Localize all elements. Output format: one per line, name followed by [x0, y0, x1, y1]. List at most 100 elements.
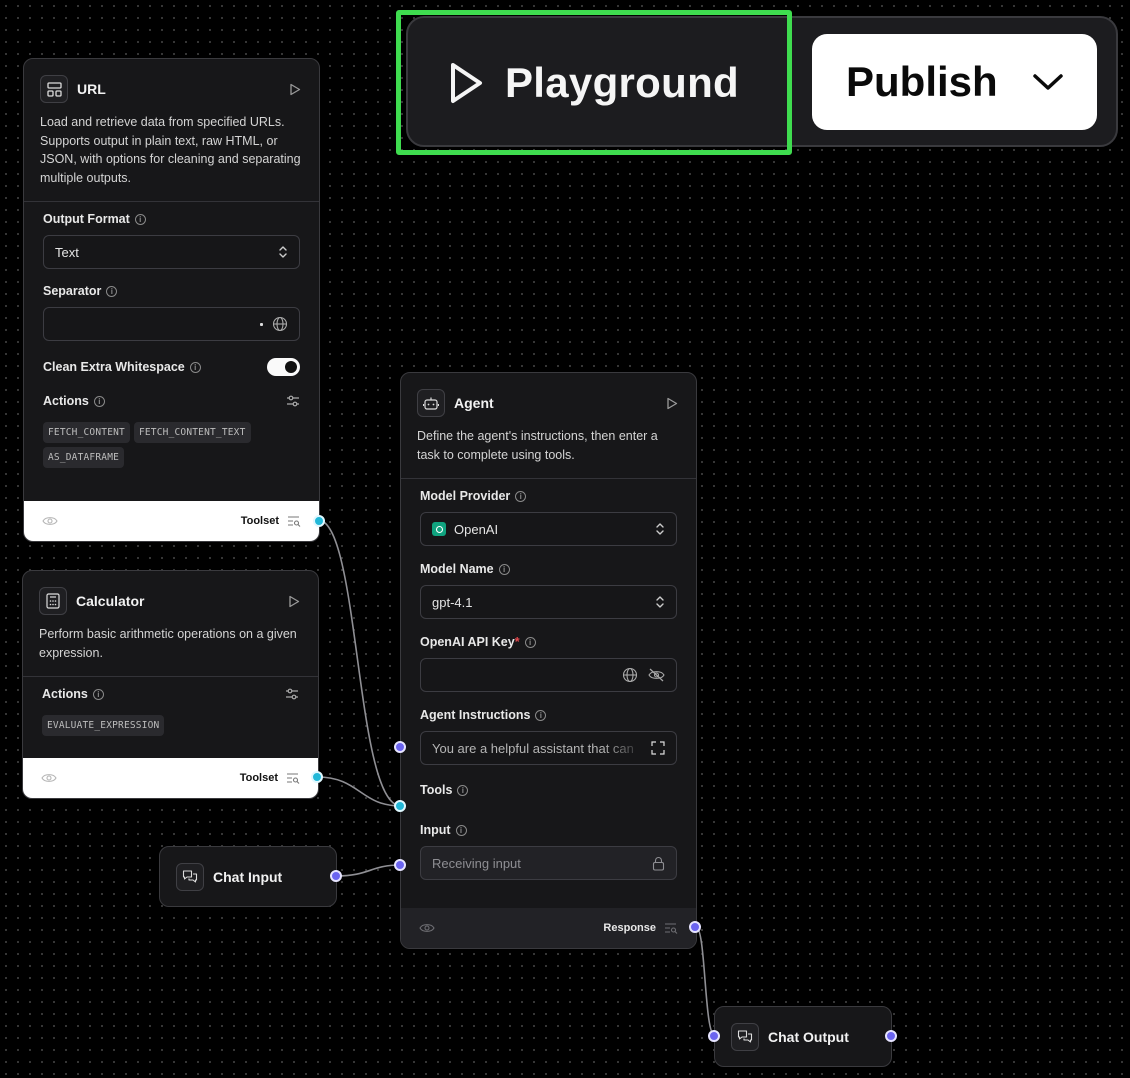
info-icon: i [535, 709, 547, 721]
clean-whitespace-toggle[interactable] [267, 358, 300, 376]
playground-label: Playground [504, 58, 740, 106]
edge-url-toolset-to-agent-tools[interactable] [317, 519, 402, 807]
info-icon: i [189, 361, 201, 373]
eye-icon[interactable] [42, 515, 58, 527]
actions-label: Actions i [43, 394, 286, 408]
expand-icon[interactable] [651, 741, 665, 755]
url-toolset-output-handle[interactable] [313, 515, 325, 527]
layout-icon [40, 75, 68, 103]
playground-button[interactable]: Playground [396, 10, 792, 155]
edge-agent-response-to-chat-output[interactable] [695, 926, 716, 1037]
agent-instructions-label: Agent Instructions i [420, 708, 677, 722]
agent-input-field[interactable]: Receiving input [420, 846, 677, 880]
edge-calculator-toolset-to-agent-tools[interactable] [316, 776, 402, 807]
actions-label: Actions i [42, 687, 285, 701]
eye-off-icon[interactable] [648, 668, 665, 682]
agent-node-title: Agent [454, 395, 494, 411]
inspect-output-icon[interactable] [286, 772, 300, 784]
agent-node-footer: Response [401, 908, 696, 948]
settings-sliders-icon[interactable] [286, 394, 300, 408]
model-provider-label: Model Provider i [420, 489, 677, 503]
agent-node[interactable]: Agent Define the agent's instructions, t… [394, 372, 701, 949]
eye-icon[interactable] [41, 772, 57, 784]
action-badge: FETCH_CONTENT [43, 422, 130, 443]
calculator-node-footer: Toolset [23, 758, 318, 798]
output-format-value: Text [55, 244, 79, 260]
model-name-select[interactable]: gpt-4.1 [420, 585, 677, 619]
run-component-icon[interactable] [286, 593, 302, 609]
url-node-description: Load and retrieve data from specified UR… [40, 115, 301, 185]
chat-bubbles-icon [176, 862, 204, 891]
output-format-select[interactable]: Text [43, 235, 300, 269]
agent-input-placeholder: Receiving input [432, 855, 521, 871]
input-label: Input i [420, 823, 677, 837]
info-icon: i [515, 490, 527, 502]
model-name-label-text: Model Name [420, 562, 494, 576]
chat-output-output-handle[interactable] [885, 1030, 897, 1042]
model-provider-select[interactable]: OpenAI [420, 512, 677, 546]
chat-bubbles-icon [731, 1022, 759, 1051]
chevron-down-icon [1033, 74, 1063, 90]
info-icon: i [455, 824, 467, 836]
agent-input-handle[interactable] [394, 859, 406, 871]
inspect-output-icon[interactable] [664, 922, 678, 934]
url-node-title: URL [77, 81, 106, 97]
settings-sliders-icon[interactable] [285, 687, 299, 701]
output-format-label: Output Format i [43, 212, 300, 226]
inspect-output-icon[interactable] [287, 515, 301, 527]
tools-label-text: Tools [420, 783, 453, 797]
agent-instructions-input-handle[interactable] [394, 741, 406, 753]
model-provider-label-text: Model Provider [420, 489, 511, 503]
openai-logo-icon [432, 522, 446, 536]
chat-output-title: Chat Output [768, 1028, 849, 1045]
url-node[interactable]: URL Load and retrieve data from specifie… [23, 58, 325, 542]
info-icon: i [93, 395, 105, 407]
action-badge: EVALUATE_EXPRESSION [42, 715, 165, 736]
info-icon: i [524, 636, 536, 648]
calculator-node-title: Calculator [76, 593, 145, 609]
chat-output-node[interactable]: Chat Output [708, 1006, 897, 1067]
bot-icon [417, 389, 445, 417]
publish-button[interactable]: Publish [812, 34, 1097, 130]
calculator-toolset-output-handle[interactable] [311, 771, 323, 783]
lock-icon [652, 856, 665, 871]
info-icon: i [106, 285, 118, 297]
input-label-text: Input [420, 823, 451, 837]
agent-node-description: Define the agent's instructions, then en… [417, 429, 658, 462]
actions-label-text: Actions [42, 687, 88, 701]
agent-tools-input-handle[interactable] [394, 800, 406, 812]
info-icon: i [498, 563, 510, 575]
globe-icon[interactable] [622, 667, 638, 683]
eye-icon[interactable] [419, 922, 435, 934]
run-component-icon[interactable] [287, 81, 303, 97]
publish-label: Publish [846, 58, 998, 105]
edge-chat-input-to-agent-input[interactable] [335, 864, 402, 877]
agent-instructions-input[interactable]: You are a helpful assistant that can [420, 731, 677, 765]
chat-input-output-handle[interactable] [330, 870, 342, 882]
calculator-node-description: Perform basic arithmetic operations on a… [39, 627, 297, 660]
toolset-label: Toolset [240, 515, 279, 527]
separator-label: Separator i [43, 284, 300, 298]
calculator-node[interactable]: Calculator Perform basic arithmetic oper… [22, 570, 323, 799]
calculator-icon [39, 587, 67, 615]
info-icon: i [457, 784, 469, 796]
output-format-label-text: Output Format [43, 212, 130, 226]
run-component-icon[interactable] [664, 395, 680, 411]
action-badge: FETCH_CONTENT_TEXT [133, 422, 251, 443]
api-key-label-text: OpenAI API Key [420, 635, 515, 649]
agent-response-output-handle[interactable] [689, 921, 701, 933]
required-mark: * [514, 635, 520, 649]
separator-label-text: Separator [43, 284, 102, 298]
agent-instructions-value: You are a helpful assistant that can [432, 740, 634, 756]
info-icon: i [134, 213, 146, 225]
chevron-updown-icon [656, 523, 664, 535]
url-node-footer: Toolset [24, 501, 319, 541]
globe-icon[interactable] [272, 316, 288, 332]
separator-input[interactable] [43, 307, 300, 341]
action-badge: AS_DATAFRAME [43, 447, 125, 468]
api-key-input[interactable] [420, 658, 677, 692]
actions-label-text: Actions [43, 394, 89, 408]
clean-whitespace-label: Clean Extra Whitespace i [43, 360, 267, 374]
chat-input-node[interactable]: Chat Input [159, 846, 342, 907]
chat-output-input-handle[interactable] [708, 1030, 720, 1042]
